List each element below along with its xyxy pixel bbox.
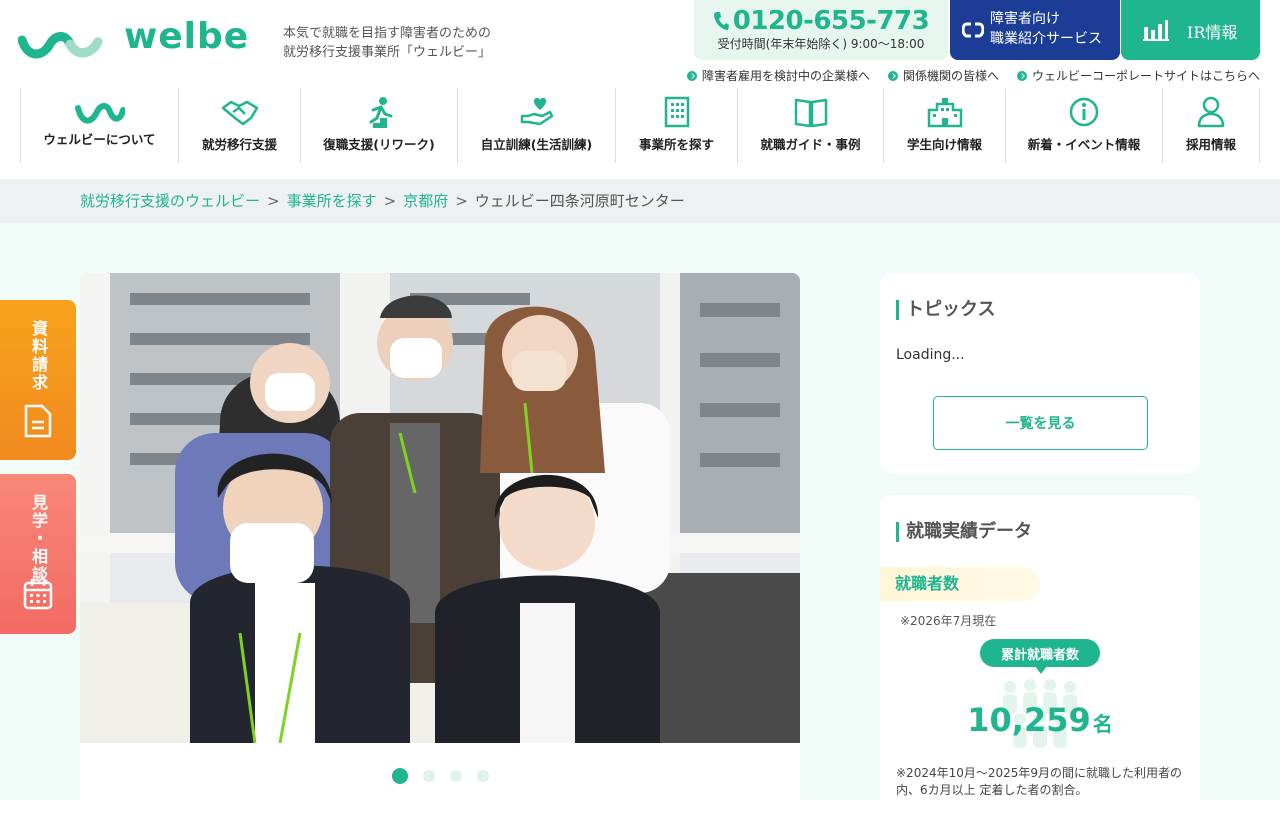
tagline-line-1: 本気で就職を目指す障害者のための [283, 26, 492, 41]
phone-number-wrap: 0120-655-773 [694, 6, 948, 36]
document-icon [24, 404, 52, 438]
ir-label: IR情報 [1187, 23, 1238, 42]
nav-label: 自立訓練(生活訓練) [480, 137, 593, 152]
nav-item-transition-support[interactable]: 就労移行支援 [179, 88, 301, 163]
nav-item-find-office[interactable]: 事業所を探す [616, 88, 738, 163]
cumulative-count: 10,259 名 [880, 701, 1200, 739]
nav-item-recruit[interactable]: 採用情報 [1163, 88, 1260, 163]
nav-label: 新着・イベント情報 [1027, 137, 1141, 152]
breadcrumb-kyoto[interactable]: 京都府 [403, 192, 448, 210]
breadcrumb-separator: > [267, 192, 280, 210]
carousel-pagination [392, 768, 489, 784]
as-of-date: ※2026年7月現在 [900, 614, 997, 628]
handshake-icon [221, 100, 258, 126]
breadcrumb-find-office[interactable]: 事業所を探す [287, 192, 377, 210]
employment-count-label: 就職者数 [880, 567, 1040, 601]
ir-button[interactable]: IR情報 [1121, 0, 1260, 60]
phone-icon [713, 12, 729, 30]
person-icon [1197, 96, 1225, 128]
cumulative-badge: 累計就職者数 [980, 639, 1100, 674]
nav-label: 復職支援(リワーク) [323, 137, 435, 152]
view-all-button[interactable]: 一覧を見る [933, 396, 1148, 450]
heart-hand-icon [520, 97, 553, 126]
request-materials-label: 資料請求 [29, 320, 48, 392]
nav-item-news-events[interactable]: 新着・イベント情報 [1006, 88, 1163, 163]
breadcrumb: 就労移行支援のウェルビー > 事業所を探す > 京都府 > ウェルビー四条河原町センター [80, 190, 685, 211]
visit-consult-tab[interactable]: 見学・相談 [0, 474, 76, 634]
nav-label: ウェルビーについて [43, 132, 156, 147]
breadcrumb-separator: > [455, 192, 468, 210]
nav-label: 就労移行支援 [201, 137, 277, 152]
carousel-dot-1[interactable] [392, 768, 408, 784]
topics-loading: Loading... [896, 347, 965, 363]
cumulative-number: 10,259 [967, 701, 1091, 739]
phone-number: 0120-655-773 [732, 6, 930, 36]
sub-link-label: ウェルビーコーポレートサイトはこちらへ [1031, 69, 1260, 83]
calendar-icon [23, 579, 53, 610]
link-icon [962, 22, 984, 38]
welbe-logo-icon [74, 103, 125, 124]
book-icon [794, 98, 827, 128]
welbe-wave-icon [17, 32, 103, 59]
nav-item-rework[interactable]: 復職支援(リワーク) [301, 88, 458, 163]
nav-item-students[interactable]: 学生向け情報 [884, 88, 1006, 163]
cumulative-unit: 名 [1092, 712, 1113, 736]
logo-wordmark: welbe [124, 16, 250, 57]
nav-item-career-guide[interactable]: 就職ガイド・事例 [738, 88, 884, 163]
center-staff-photo [80, 273, 800, 743]
tagline-line-2: 就労移行支援事業所「ウェルビー」 [283, 45, 492, 60]
nav-label: 学生向け情報 [906, 137, 982, 152]
job-service-line-2: 職業紹介サービス [990, 31, 1102, 47]
carousel-dot-2[interactable] [423, 770, 435, 782]
employment-data-title: 就職実績データ [896, 522, 1032, 542]
nav-label: 就職ガイド・事例 [760, 137, 861, 152]
arrow-circle-icon [887, 70, 898, 81]
arrow-circle-icon [686, 70, 697, 81]
nav-label: 事業所を探す [638, 137, 714, 152]
welbe-logo[interactable]: welbe [17, 16, 268, 66]
sub-link-agencies[interactable]: 関係機関の皆様へ [887, 67, 999, 84]
sub-links: 障害者雇用を検討中の企業様へ 関係機関の皆様へ ウェルビーコーポレートサイトはこ… [686, 67, 1260, 84]
breadcrumb-separator: > [383, 192, 397, 210]
building-icon [664, 96, 689, 128]
nav-item-life-training[interactable]: 自立訓練(生活訓練) [458, 88, 616, 163]
request-materials-tab[interactable]: 資料請求 [0, 300, 76, 460]
tagline: 本気で就職を目指す障害者のための 就労移行支援事業所「ウェルビー」 [283, 24, 491, 62]
sub-link-companies[interactable]: 障害者雇用を検討中の企業様へ [686, 67, 870, 84]
employment-data-panel: 就職実績データ 就職者数 ※2026年7月現在 累計就職者数 10,259 名 ※… [880, 495, 1200, 815]
visit-consult-label: 見学・相談 [29, 494, 48, 584]
nav-label: 採用情報 [1185, 137, 1236, 152]
info-icon [1069, 97, 1099, 127]
breadcrumb-current: ウェルビー四条河原町センター [474, 192, 685, 210]
staff-group-photo [80, 273, 800, 743]
site-header: welbe 本気で就職を目指す障害者のための 就労移行支援事業所「ウェルビー」 … [0, 0, 1280, 88]
global-nav: ウェルビーについて 就労移行支援 復職支援(リワーク) 自立訓練(生活訓練) 事… [20, 88, 1260, 163]
climbing-stairs-icon [365, 97, 393, 128]
sub-link-label: 障害者雇用を検討中の企業様へ [701, 69, 870, 83]
phone-contact[interactable]: 0120-655-773 受付時間(年末年始除く) 9:00〜18:00 [694, 0, 948, 60]
bar-chart-icon [1143, 20, 1169, 41]
school-icon [927, 98, 962, 128]
nav-item-about[interactable]: ウェルビーについて [21, 88, 179, 163]
job-service-line-1: 障害者向け [990, 11, 1060, 27]
breadcrumb-home[interactable]: 就労移行支援のウェルビー [80, 192, 260, 210]
topics-title: トピックス [896, 300, 995, 320]
carousel-dot-3[interactable] [450, 770, 462, 782]
phone-hours: 受付時間(年末年始除く) 9:00〜18:00 [717, 37, 925, 51]
retention-note: ※2024年10月〜2025年9月の間に就職した利用者の内、6カ月以上 定着した… [896, 766, 1183, 797]
topics-panel: トピックス Loading... 一覧を見る [880, 273, 1200, 474]
carousel-dot-4[interactable] [477, 770, 489, 782]
sub-link-corporate[interactable]: ウェルビーコーポレートサイトはこちらへ [1016, 67, 1260, 84]
job-service-button[interactable]: 障害者向け 職業紹介サービス [950, 0, 1120, 60]
arrow-circle-icon [1016, 70, 1027, 81]
sub-link-label: 関係機関の皆様へ [902, 69, 999, 83]
